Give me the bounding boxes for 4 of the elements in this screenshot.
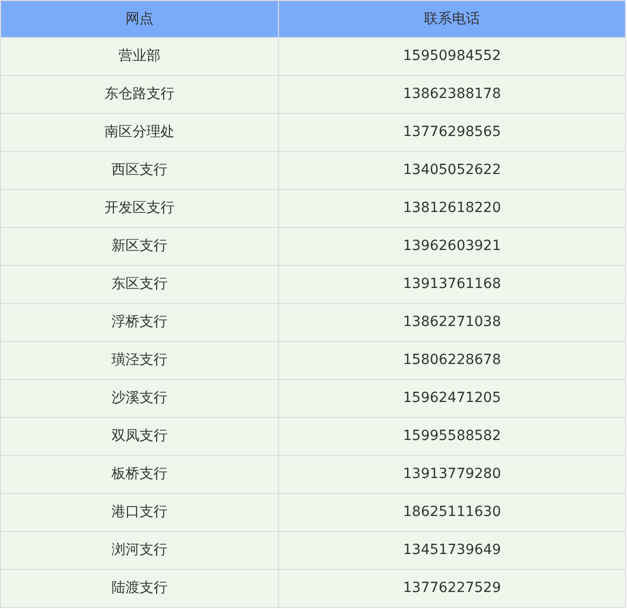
column-header: 网点	[0, 0, 278, 38]
table-cell: 陆渡支行	[0, 570, 278, 608]
table-cell: 13776227529	[278, 570, 626, 608]
column-header: 联系电话	[278, 0, 626, 38]
